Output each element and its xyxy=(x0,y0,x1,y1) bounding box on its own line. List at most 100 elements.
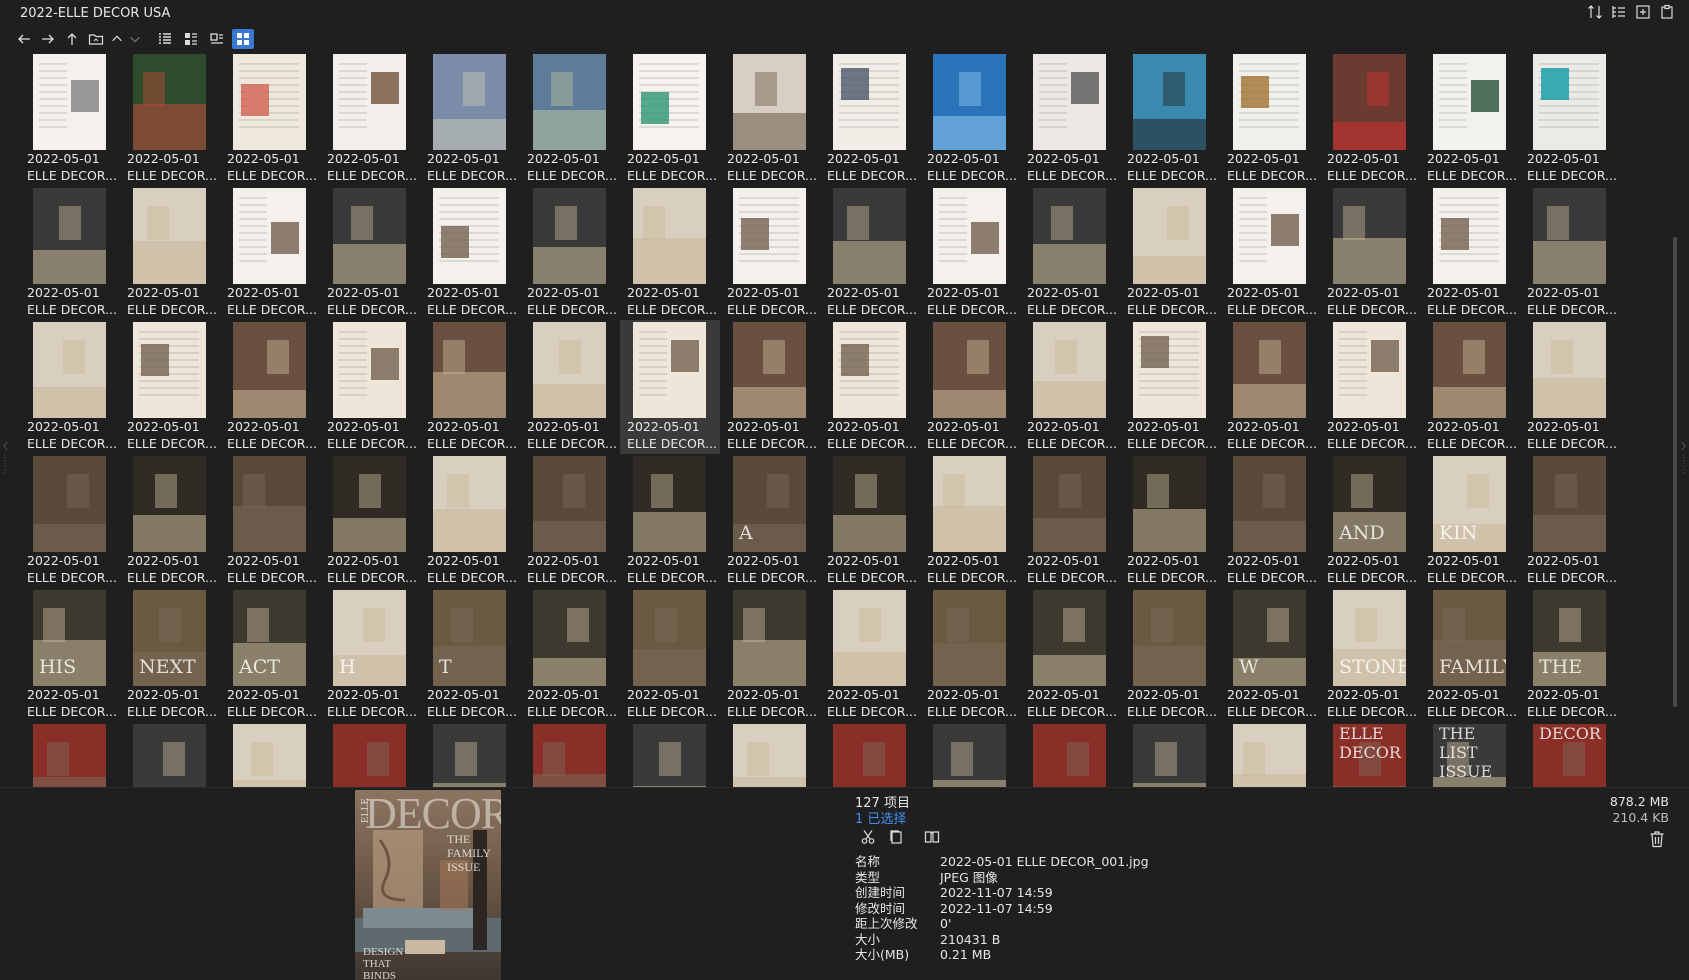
thumbnail-item[interactable]: 2022-05-01ELLE DECOR... xyxy=(620,52,720,186)
thumbnail-item[interactable]: 2022-05-01ELLE DECOR... xyxy=(1120,588,1220,722)
thumbnail-item[interactable]: T 2022-05-01 ELLE DECOR... xyxy=(420,588,520,722)
thumbnail-item[interactable]: 2022-05-01ELLE DECOR... xyxy=(1020,186,1120,320)
thumbnail-item[interactable]: 2022-05-01ELLE DECOR... xyxy=(20,454,120,588)
selected-count[interactable]: 1 已选择 xyxy=(855,808,906,827)
thumbnail-item[interactable]: 2022-05-01ELLE DECOR... xyxy=(1220,722,1320,787)
thumbnail-item[interactable]: 2022-05-01ELLE DECOR... xyxy=(620,320,720,454)
thumbnail-item[interactable]: 2022-05-01ELLE DECOR... xyxy=(520,454,620,588)
right-splitter-handle[interactable] xyxy=(1681,440,1686,480)
thumbnail-item[interactable]: 2022-05-01ELLE DECOR... xyxy=(920,52,1020,186)
thumbnail-item[interactable]: 2022-05-01ELLE DECOR... xyxy=(1220,320,1320,454)
thumbnail-item[interactable]: 2022-05-01ELLE DECOR... xyxy=(620,722,720,787)
thumbnail-item[interactable]: 2022-05-01ELLE DECOR... xyxy=(1120,320,1220,454)
thumbnail-item[interactable]: KIN 2022-05-01 ELLE DECOR... xyxy=(1420,454,1520,588)
clipboard-icon[interactable] xyxy=(1659,4,1675,24)
thumbnail-item[interactable]: 2022-05-01ELLE DECOR... xyxy=(620,186,720,320)
thumbnail-item[interactable]: HIS 2022-05-01 ELLE DECOR... xyxy=(20,588,120,722)
thumbnail-item[interactable]: 2022-05-01ELLE DECOR... xyxy=(1020,320,1120,454)
thumbnail-item[interactable]: 2022-05-01ELLE DECOR... xyxy=(320,52,420,186)
thumbnail-item[interactable]: 2022-05-01ELLE DECOR... xyxy=(220,454,320,588)
thumbnail-item[interactable]: 2022-05-01ELLE DECOR... xyxy=(120,320,220,454)
thumbnail-item[interactable]: 2022-05-01ELLE DECOR... xyxy=(520,588,620,722)
thumbnail-item[interactable]: RELATIV2022-05-01ELLE DECOR... xyxy=(320,722,420,787)
thumbnail-item[interactable]: STONE 2022-05-01 ELLE DECOR... xyxy=(1320,588,1420,722)
thumbnail-item[interactable]: 2022-05-01ELLE DECOR... xyxy=(920,454,1020,588)
thumbnail-item[interactable]: 2022-05-01ELLE DECOR... xyxy=(520,186,620,320)
thumbnail-item[interactable]: 'S2022-05-01ELLE DECOR... xyxy=(420,722,520,787)
thumbnail-item[interactable]: 2022-05-01ELLE DECOR... xyxy=(420,186,520,320)
thumbnail-item[interactable]: W 2022-05-01 ELLE DECOR... xyxy=(1220,588,1320,722)
open-book-button[interactable] xyxy=(922,828,942,846)
thumbnail-item[interactable]: 2022-05-01ELLE DECOR... xyxy=(1420,52,1520,186)
thumbnail-item[interactable]: 2022-05-01ELLE DECOR... xyxy=(820,320,920,454)
thumbnail-item[interactable]: 2022-05-01ELLE DECOR... xyxy=(420,320,520,454)
thumbnail-item[interactable]: 2022-05-01ELLE DECOR... xyxy=(1120,52,1220,186)
tree-view-icon[interactable] xyxy=(1611,4,1627,24)
thumbnail-item[interactable]: 2022-05-01ELLE DECOR... xyxy=(1020,52,1120,186)
thumbnail-item[interactable]: ALL2022-05-01ELLE DECOR... xyxy=(120,722,220,787)
thumbnail-item[interactable]: 2022-05-01ELLE DECOR... xyxy=(720,320,820,454)
thumbnail-item[interactable]: 2022-05-01ELLE DECOR... xyxy=(420,52,520,186)
thumbnail-item[interactable]: 2022-05-01ELLE DECOR... xyxy=(1120,454,1220,588)
thumbnail-item[interactable]: 2022-05-01ELLE DECOR... xyxy=(820,454,920,588)
new-tab-icon[interactable] xyxy=(1635,4,1651,24)
thumbnail-item[interactable]: 2022-05-01ELLE DECOR... xyxy=(1120,186,1220,320)
list-view-button[interactable] xyxy=(154,29,176,49)
previous-button[interactable] xyxy=(110,29,124,49)
scrollbar-thumb[interactable] xyxy=(1673,237,1677,707)
thumbnail-item[interactable]: 2022-05-01ELLE DECOR... xyxy=(720,52,820,186)
thumbnail-item[interactable]: 2022-05-01ELLE DECOR... xyxy=(1520,52,1620,186)
thumbnail-item[interactable]: 2022-05-01ELLE DECOR... xyxy=(1020,722,1120,787)
thumbnail-item[interactable]: 2022-05-01ELLE DECOR... xyxy=(920,588,1020,722)
back-button[interactable] xyxy=(14,29,34,49)
thumbnail-item[interactable]: 2022-05-01ELLE DECOR... xyxy=(1320,320,1420,454)
thumbnail-item[interactable]: SOCIAL2022-05-01ELLE DECOR... xyxy=(20,722,120,787)
thumbnail-item[interactable]: H 2022-05-01 ELLE DECOR... xyxy=(320,588,420,722)
delete-button[interactable] xyxy=(1649,830,1669,850)
thumbnail-item[interactable]: 2022-05-01ELLE DECOR... xyxy=(320,454,420,588)
cut-button[interactable] xyxy=(858,828,878,846)
thumbnail-item[interactable]: 2022-05-01ELLE DECOR... xyxy=(1220,52,1320,186)
thumbnail-item[interactable]: 2022-05-01ELLE DECOR... xyxy=(1220,186,1320,320)
thumbnail-item[interactable]: AND 2022-05-01 ELLE DECOR... xyxy=(1320,454,1420,588)
thumbnail-item[interactable]: 2022-05-01ELLE DECOR... xyxy=(620,588,720,722)
thumbnail-item[interactable]: ELLE DECOR2022-05-01ELLE DECOR... xyxy=(1320,722,1420,787)
thumbnail-item[interactable]: 2022-05-01ELLE DECOR... xyxy=(820,722,920,787)
thumbnail-item[interactable]: 2022-05-01ELLE DECOR... xyxy=(920,320,1020,454)
thumbnail-item[interactable]: 2022-05-01ELLE DECOR... xyxy=(220,320,320,454)
thumbnail-item[interactable]: 2022-05-01ELLE DECOR... xyxy=(1220,454,1320,588)
thumbnail-item[interactable]: 2022-05-01ELLE DECOR... xyxy=(120,52,220,186)
copy-button[interactable] xyxy=(886,828,906,846)
thumbnail-item[interactable]: 2022-05-01ELLE DECOR... xyxy=(820,52,920,186)
thumbnail-item[interactable]: A 2022-05-01 ELLE DECOR... xyxy=(720,454,820,588)
thumbnail-item[interactable]: 2022-05-01ELLE DECOR... xyxy=(820,588,920,722)
thumbnail-item[interactable]: 2022-05-01ELLE DECOR... xyxy=(920,722,1020,787)
thumbnail-item[interactable]: THE 2022-05-01 ELLE DECOR... xyxy=(1520,588,1620,722)
thumbnail-item[interactable]: 2022-05-01ELLE DECOR... xyxy=(1120,722,1220,787)
thumbnail-item[interactable]: 2022-05-01ELLE DECOR... xyxy=(320,186,420,320)
thumbnail-item[interactable]: 2022-05-01ELLE DECOR... xyxy=(1020,588,1120,722)
thumbnail-item[interactable]: 2022-05-01ELLE DECOR... xyxy=(1520,186,1620,320)
thumbnail-item[interactable]: 2022-05-01ELLE DECOR... xyxy=(20,186,120,320)
forward-button[interactable] xyxy=(38,29,58,49)
thumbnail-item[interactable]: DECOR2022-05-01ELLE DECOR... xyxy=(1520,722,1620,787)
thumbnail-item[interactable]: 2022-05-01ELLE DECOR... xyxy=(1020,454,1120,588)
left-splitter-handle[interactable] xyxy=(3,440,8,480)
thumbnail-item[interactable]: 2022-05-01ELLE DECOR... xyxy=(520,320,620,454)
thumbnail-item[interactable]: FAMILY 2022-05-01 ELLE DECOR... xyxy=(1420,588,1520,722)
thumbnail-item[interactable]: 2022-05-01ELLE DECOR... xyxy=(1420,186,1520,320)
tiles-view-button[interactable] xyxy=(206,29,228,49)
next-button[interactable] xyxy=(128,29,142,49)
thumbnail-item[interactable]: ACT 2022-05-01 ELLE DECOR... xyxy=(220,588,320,722)
thumbnail-item[interactable]: 2022-05-01ELLE DECOR... xyxy=(1320,186,1420,320)
thumbnail-item[interactable]: 2022-05-01ELLE DECOR... xyxy=(220,186,320,320)
thumbnail-item[interactable]: 2022-05-01ELLE DECOR... xyxy=(1520,454,1620,588)
thumbnail-item[interactable]: 2022-05-01ELLE DECOR... xyxy=(20,320,120,454)
thumbnail-item[interactable]: 2022-05-01ELLE DECOR... xyxy=(1320,52,1420,186)
thumbnail-item[interactable]: 2022-05-01ELLE DECOR... xyxy=(120,186,220,320)
thumbnail-item[interactable]: 2022-05-01ELLE DECOR... xyxy=(420,454,520,588)
thumbnail-item[interactable]: 2022-05-01ELLE DECOR... xyxy=(1520,320,1620,454)
thumbnail-item[interactable]: 2022-05-01ELLE DECOR... xyxy=(720,722,820,787)
thumbnail-item[interactable]: 2022-05-01ELLE DECOR... xyxy=(920,186,1020,320)
thumbnail-item[interactable]: THE LIST ISSUE2022-05-01ELLE DECOR... xyxy=(1420,722,1520,787)
